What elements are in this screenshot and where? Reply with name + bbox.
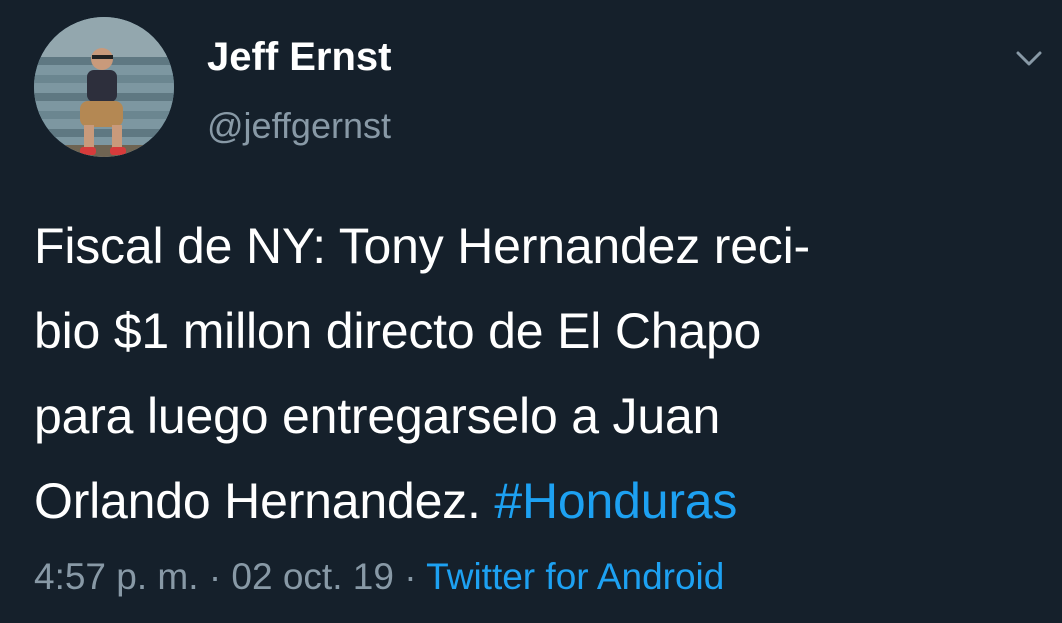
meta-separator: ·	[208, 556, 222, 597]
display-name[interactable]: Jeff Ernst	[207, 34, 392, 80]
tweet-meta: 4:57 p. m. · 02 oct. 19 · Twitter for An…	[34, 553, 724, 601]
chevron-down-icon[interactable]	[1013, 46, 1045, 72]
tweet-time: 4:57 p. m.	[34, 556, 199, 597]
tweet-text-line: Fiscal de NY: Tony Hernandez reci-	[34, 218, 810, 274]
tweet-text: Fiscal de NY: Tony Hernandez reci- bio $…	[34, 204, 1044, 544]
tweet-date: 02 oct. 19	[231, 556, 394, 597]
user-handle[interactable]: @jeffgernst	[207, 105, 391, 147]
tweet-text-line: Orlando Hernandez.	[34, 473, 481, 529]
tweet-text-line: para luego entregarselo a Juan	[34, 388, 721, 444]
avatar[interactable]	[34, 17, 174, 157]
source-link[interactable]: Twitter for Android	[426, 556, 724, 597]
hashtag-link[interactable]: #Honduras	[494, 473, 737, 529]
avatar-photo	[34, 17, 174, 157]
meta-separator: ·	[404, 556, 417, 597]
tweet-text-line: bio $1 millon directo de El Chapo	[34, 303, 762, 359]
tweet-text-line-last: Orlando Hernandez. #Honduras	[34, 459, 1044, 544]
